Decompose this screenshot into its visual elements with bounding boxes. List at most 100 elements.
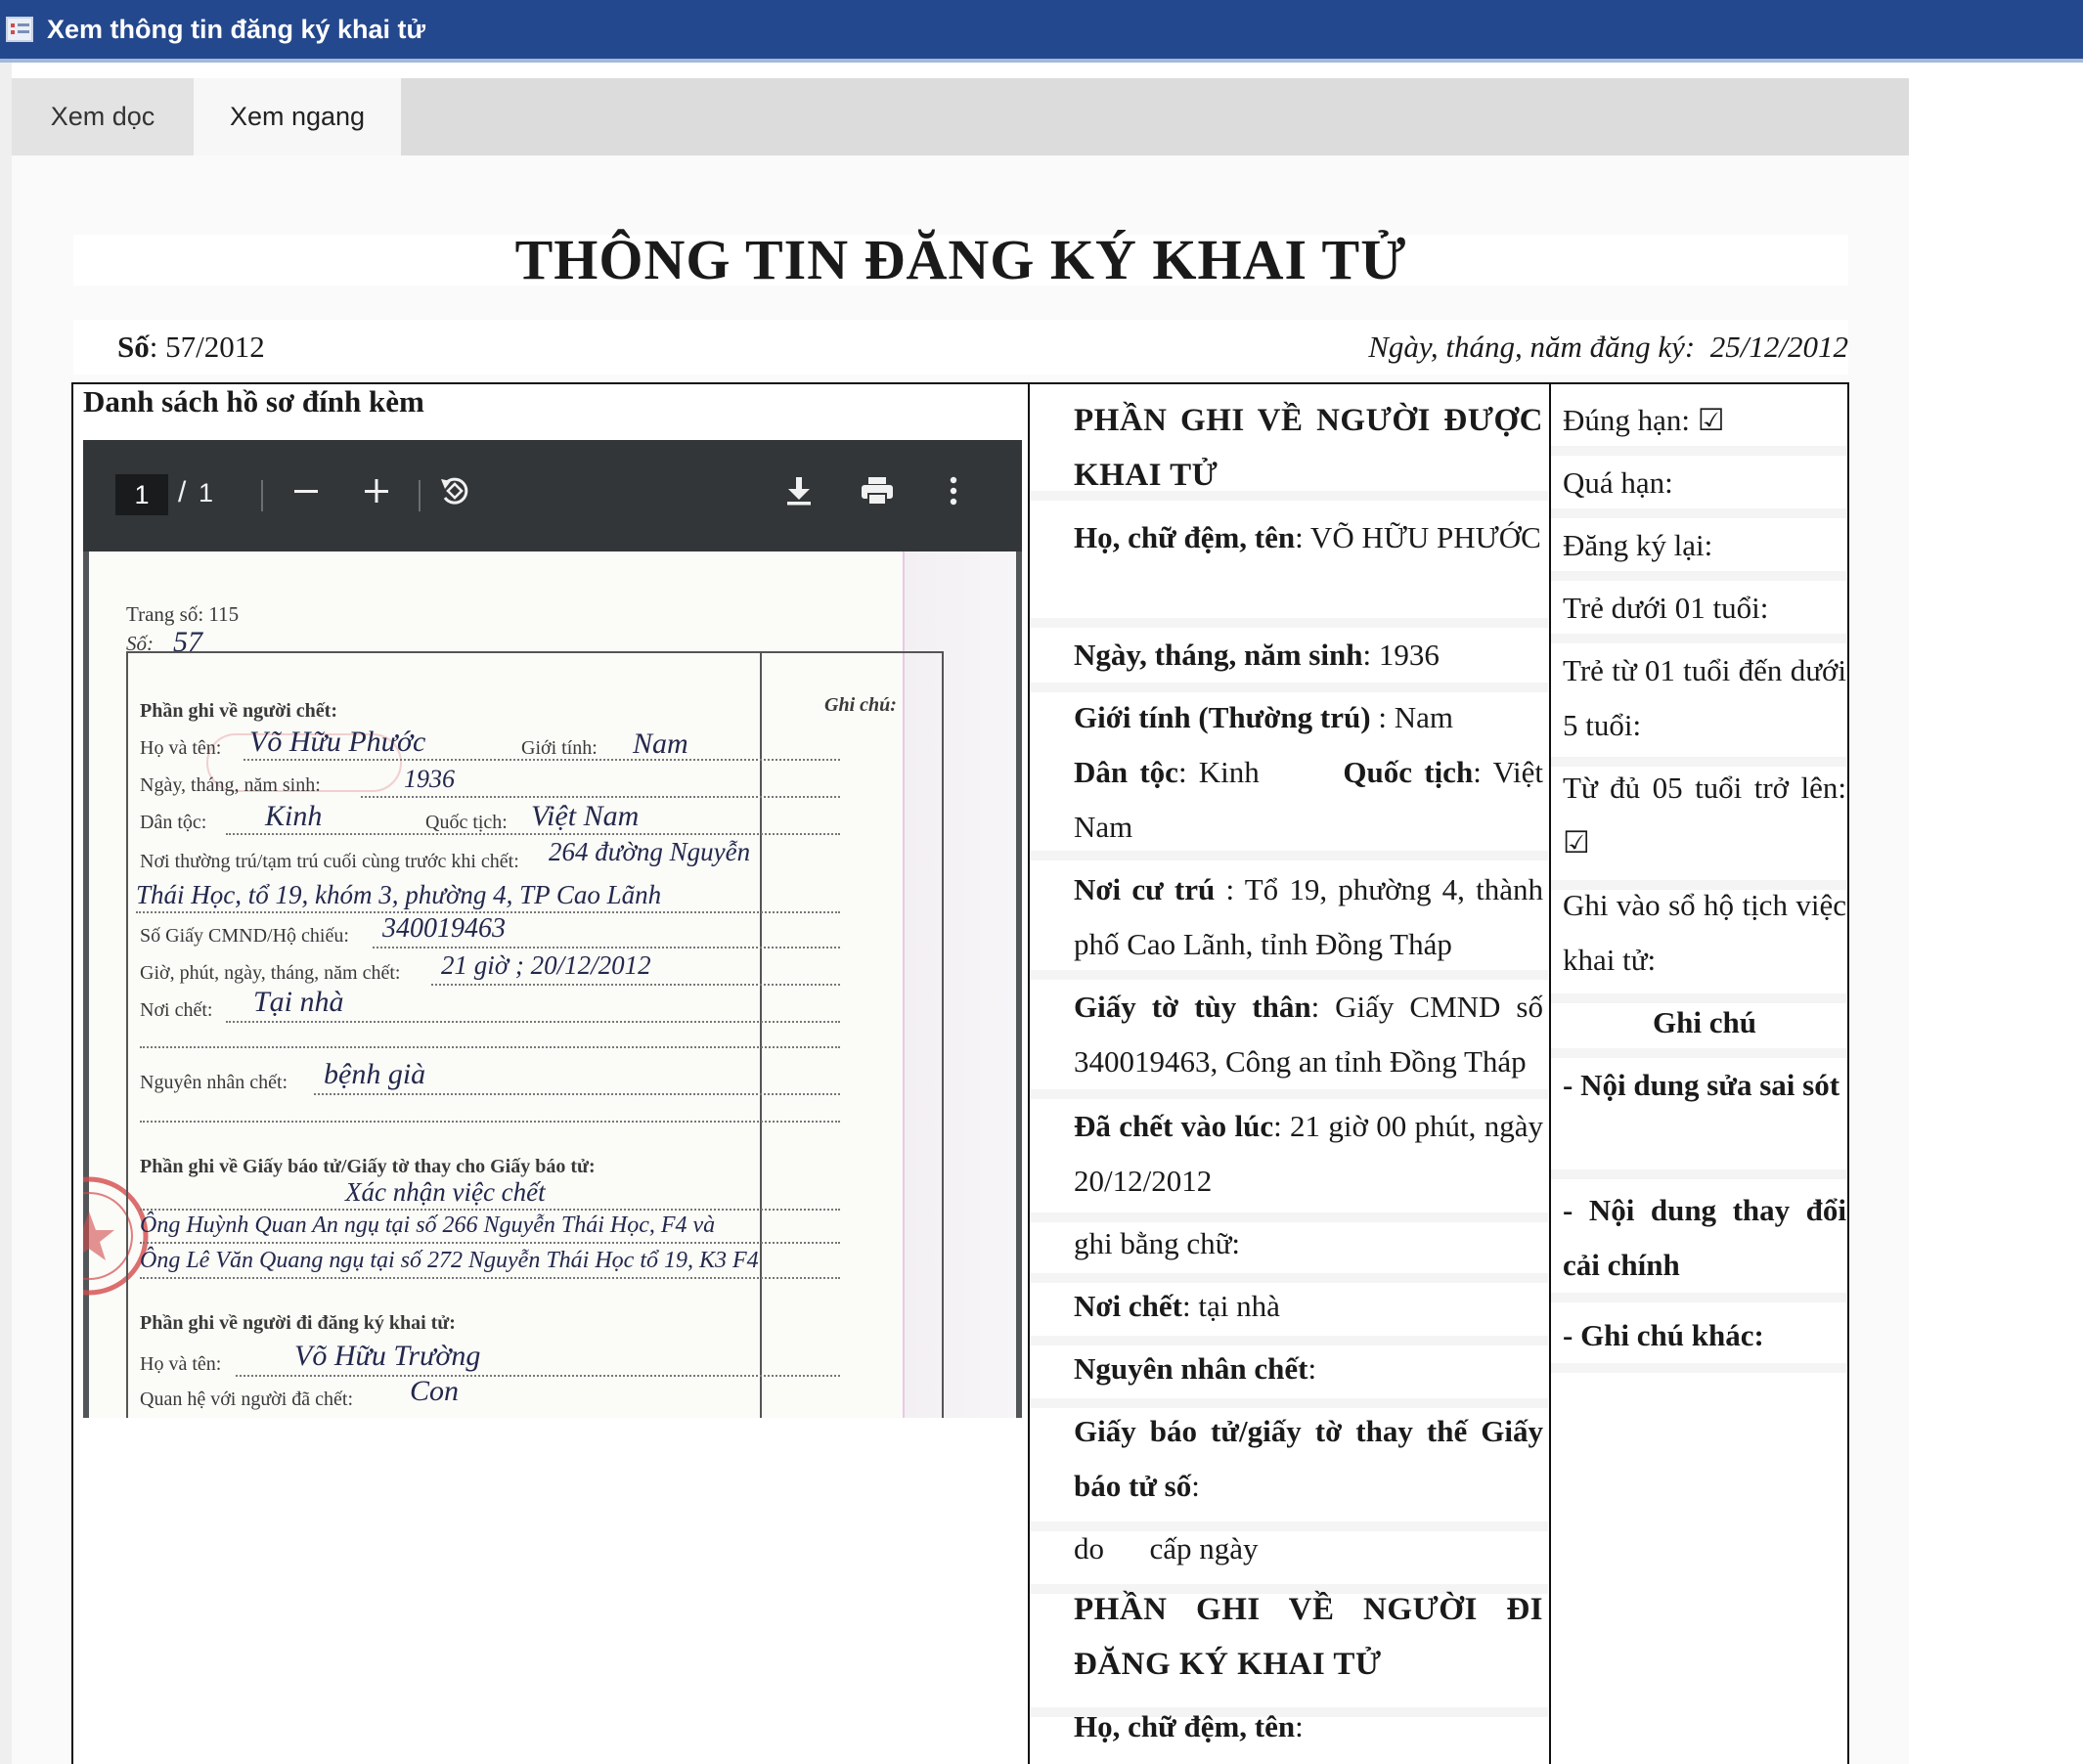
deceased-name: Họ, chữ đệm, tên: VÕ HỮU PHƯỚC — [1074, 510, 1543, 565]
registrant-name-label: Họ, chữ đệm, tên — [1074, 1709, 1296, 1743]
more-vertical-icon — [950, 476, 957, 506]
scan-dotted-line — [431, 984, 840, 986]
scan-section-deceased: Phần ghi về người chết: — [140, 700, 337, 722]
scan-field-ethnic: Dân tộc: — [140, 812, 207, 833]
scan-field-registrant-name: Họ và tên: — [140, 1353, 222, 1375]
scan-field-ethnic-hand: Kinh — [265, 800, 323, 832]
deceased-dob-value: : 1936 — [1362, 638, 1440, 672]
record-number: Số: 57/2012 — [117, 330, 265, 365]
scan-field-name-hand: Võ Hữu Phước — [249, 726, 426, 758]
deceased-section-title: PHẦN GHI VỀ NGƯỜI ĐƯỢC KHAI TỬ — [1074, 403, 1543, 493]
print-button[interactable] — [856, 469, 899, 512]
deceased-cause-label: Nguyên nhân chết — [1074, 1351, 1308, 1386]
scan-field-cause-hand: bệnh già — [324, 1058, 426, 1090]
deceased-dob: Ngày, tháng, năm sinh: 1936 — [1074, 628, 1543, 683]
scan-field-residence: Nơi thường trú/tạm trú cuối cùng trước k… — [140, 851, 519, 872]
scan-dotted-line — [140, 1277, 840, 1279]
record-number-label: Số — [117, 330, 150, 364]
scan-field-id: Số Giấy CMND/Hộ chiếu: — [140, 925, 349, 947]
scan-field-relation-hand: Con — [410, 1375, 460, 1407]
deceased-residence-label: Nơi cư trú — [1074, 872, 1216, 906]
scan-notes-label: Ghi chú: — [824, 694, 897, 716]
deceased-death-place-value: : tại nhà — [1182, 1289, 1280, 1323]
scan-dotted-line — [373, 947, 840, 948]
scan-dotted-line — [140, 1121, 840, 1123]
scan-dotted-line — [140, 1242, 840, 1244]
note-correction: - Nội dung sửa sai sót — [1563, 1068, 1840, 1102]
scan-field-nationality-hand: Việt Nam — [531, 800, 640, 832]
record-number-value: : 57/2012 — [149, 330, 265, 364]
deceased-certificate-label: Giấy báo tử/giấy tờ thay thế Giấy báo tử… — [1074, 1414, 1543, 1503]
scan-certificate-hand1: Xác nhận việc chết — [345, 1177, 546, 1207]
notes-title: Ghi chú — [1653, 1005, 1756, 1039]
scan-field-id-hand: 340019463 — [382, 913, 506, 944]
scan-certificate-hand3: Ông Lê Văn Quang ngụ tại số 272 Nguyễn T… — [140, 1248, 759, 1273]
deceased-residence: Nơi cư trú : Tổ 19, phường 4, thành phố … — [1074, 862, 1543, 972]
page-separator: / — [178, 476, 187, 508]
status-book-record: Ghi vào sổ hộ tịch việc khai tử: — [1563, 888, 1846, 977]
plus-icon — [365, 479, 388, 503]
deceased-name-label: Họ, chữ đệm, tên — [1074, 520, 1296, 554]
deceased-id-document: Giấy tờ tùy thân: Giấy CMND số 340019463… — [1074, 980, 1543, 1089]
document-meta-row: Số: 57/2012 Ngày, tháng, năm đăng ký: 25… — [73, 320, 1848, 375]
attachments-heading: Danh sách hồ sơ đính kèm — [83, 384, 424, 419]
row-separator — [1551, 1293, 1846, 1302]
scan-field-cause: Nguyên nhân chết: — [140, 1072, 288, 1093]
scan-field-dob: Ngày, tháng, năm sinh: — [140, 774, 321, 796]
deceased-issued-by: do cấp ngày — [1074, 1531, 1259, 1566]
left-gutter — [0, 63, 12, 1764]
deceased-name-value: : VÕ HỮU PHƯỚC — [1295, 520, 1541, 554]
scan-form-box — [126, 651, 944, 1418]
column-divider — [1028, 382, 1030, 1764]
scan-field-gender-hand: Nam — [633, 728, 688, 760]
more-options-button[interactable] — [932, 469, 975, 512]
minus-icon — [294, 490, 318, 493]
registration-date: Ngày, tháng, năm đăng ký: 25/12/2012 — [1368, 330, 1848, 365]
tab-vertical-view[interactable]: Xem dọc — [12, 78, 194, 155]
toolbar-divider — [419, 480, 421, 511]
tab-bar: Xem dọc Xem ngang — [12, 78, 1909, 155]
scan-dotted-line — [226, 833, 840, 835]
zoom-out-button[interactable] — [285, 469, 328, 512]
deceased-certificate-value: : — [1191, 1469, 1200, 1503]
scan-field-name: Họ và tên: — [140, 737, 222, 759]
scan-dotted-line — [314, 1093, 840, 1095]
page-number-input[interactable]: 1 — [115, 474, 168, 515]
deceased-death-place: Nơi chết: tại nhà — [1074, 1279, 1543, 1334]
scan-field-residence-hand1: 264 đường Nguyễn — [549, 837, 751, 866]
scan-dotted-line — [361, 796, 840, 798]
zoom-in-button[interactable] — [355, 469, 398, 512]
scan-dotted-line — [244, 759, 840, 761]
title-underline — [0, 59, 2083, 63]
scan-field-registrant-name-hand: Võ Hữu Trường — [294, 1340, 481, 1372]
deceased-dob-label: Ngày, tháng, năm sinh — [1074, 638, 1363, 672]
status-1-to-5: Trẻ từ 01 tuổi đến dưới 5 tuổi: — [1563, 653, 1846, 742]
deceased-ethnic-label: Dân tộc — [1074, 755, 1178, 789]
download-button[interactable] — [777, 469, 820, 512]
download-icon — [787, 477, 811, 506]
scan-dotted-line — [140, 1209, 840, 1211]
tab-horizontal-view[interactable]: Xem ngang — [194, 78, 401, 155]
scan-field-nationality: Quốc tịch: — [425, 812, 508, 833]
deceased-death-time-label: Đã chết vào lúc — [1074, 1109, 1274, 1143]
rotate-icon — [441, 477, 468, 505]
row-separator — [1551, 1169, 1846, 1179]
print-icon — [862, 477, 893, 506]
scan-section-registrant: Phần ghi về người đi đăng ký khai tử: — [140, 1312, 456, 1334]
scan-page-label: Trang số: 115 — [126, 602, 240, 626]
pdf-viewer[interactable]: 1 / 1 Trang số: 115 Số: 57 Ghi chú: Phần… — [83, 440, 1022, 1418]
scan-field-residence-hand2: Thái Học, tổ 19, khóm 3, phường 4, TP Ca… — [136, 880, 662, 909]
scan-field-death-time: Giờ, phút, ngày, tháng, năm chết: — [140, 962, 401, 984]
row-separator — [1030, 618, 1548, 628]
rotate-button[interactable] — [433, 469, 476, 512]
scan-form-divider — [760, 651, 762, 1418]
registrant-name-value: : — [1295, 1709, 1304, 1743]
toolbar-divider — [261, 480, 263, 511]
deceased-cause-value: : — [1307, 1351, 1317, 1386]
deceased-gender-value: : Nam — [1378, 700, 1453, 734]
scan-field-death-place-hand: Tại nhà — [253, 986, 344, 1018]
scan-dotted-line — [236, 1375, 840, 1377]
scan-field-gender: Giới tính: — [521, 737, 598, 759]
deceased-certificate: Giấy báo tử/giấy tờ thay thế Giấy báo tử… — [1074, 1404, 1543, 1514]
registrant-name: Họ, chữ đệm, tên: — [1074, 1699, 1543, 1754]
